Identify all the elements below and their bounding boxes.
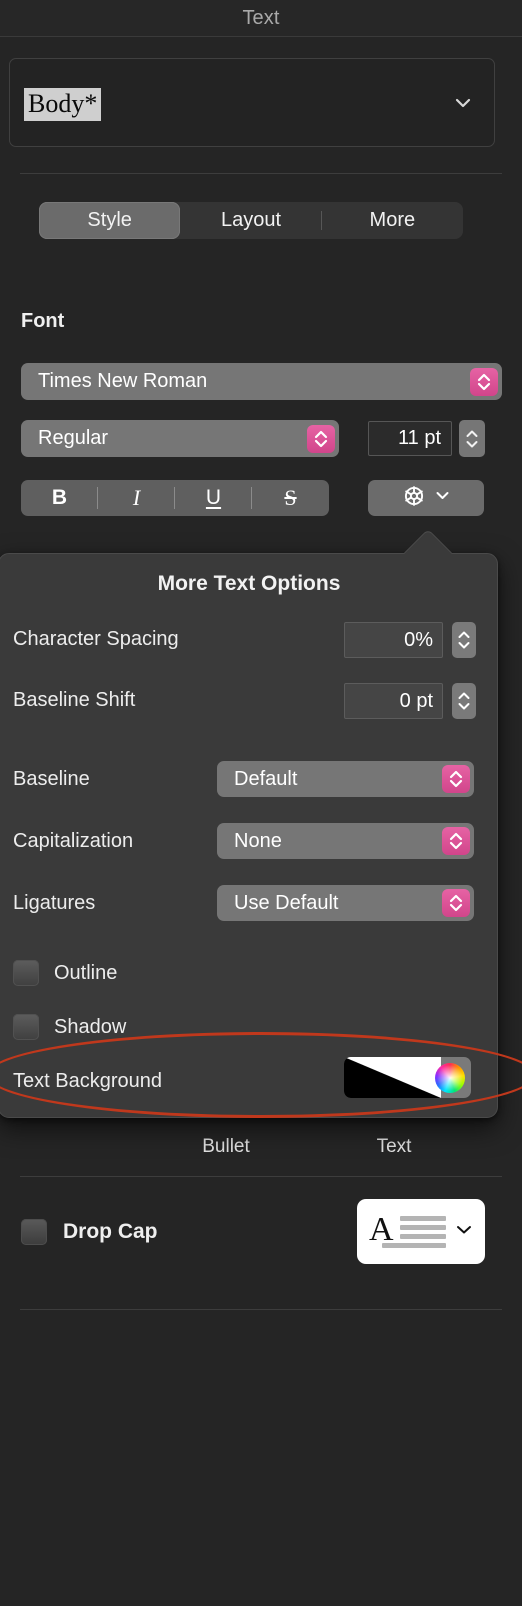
character-spacing-field[interactable]: 0% — [344, 622, 443, 658]
ligatures-label: Ligatures — [13, 892, 96, 914]
text-format-buttons: B I U S — [21, 480, 329, 516]
baseline-shift-stepper[interactable] — [452, 683, 476, 719]
capitalization-value: None — [234, 829, 282, 852]
font-style-popup[interactable]: Regular — [21, 420, 339, 457]
inspector-panel: Text Body* Style Layout More Font Times … — [0, 0, 522, 1606]
tab-style-label: Style — [87, 209, 132, 231]
gradient-swatch — [344, 1057, 441, 1098]
ligatures-popup[interactable]: Use Default — [217, 885, 474, 921]
font-section-heading: Font — [21, 310, 65, 332]
empty-area — [0, 1310, 522, 1606]
chevron-down-icon[interactable] — [452, 92, 474, 114]
paragraph-style-value: Body* — [24, 88, 102, 121]
bullet-column-label: Bullet — [202, 1136, 250, 1157]
font-size-value: 11 pt — [398, 427, 441, 449]
strikethrough-glyph: S — [284, 485, 297, 510]
preview-line — [399, 1224, 446, 1230]
character-spacing-value: 0% — [404, 628, 433, 651]
tab-more[interactable]: More — [322, 202, 463, 239]
inspector-tabs: Style Layout More — [39, 202, 463, 239]
gear-icon — [401, 483, 427, 514]
drop-cap-style-popup[interactable]: A — [357, 1199, 485, 1264]
font-size-stepper[interactable] — [459, 420, 485, 457]
capitalization-label: Capitalization — [13, 830, 134, 852]
baseline-shift-value: 0 pt — [399, 689, 433, 712]
drop-cap-preview-glyph: A — [369, 1210, 394, 1248]
baseline-label: Baseline — [13, 768, 90, 790]
bold-glyph: B — [51, 486, 68, 509]
italic-glyph: I — [132, 485, 141, 510]
popover-title: More Text Options — [157, 572, 341, 595]
header-divider — [0, 36, 522, 37]
baseline-shift-label: Baseline Shift — [13, 689, 136, 711]
ligatures-value: Use Default — [234, 891, 339, 914]
preview-line — [381, 1242, 446, 1248]
capitalization-popup[interactable]: None — [217, 823, 474, 859]
color-wheel-icon[interactable] — [435, 1062, 465, 1093]
preview-line — [399, 1233, 446, 1239]
font-style-value: Regular — [38, 427, 109, 449]
font-family-popup[interactable]: Times New Roman — [21, 363, 502, 400]
drop-cap-checkbox[interactable] — [21, 1219, 47, 1245]
bold-button[interactable]: B — [21, 480, 98, 516]
tab-style[interactable]: Style — [39, 202, 181, 239]
shadow-label: Shadow — [54, 1016, 127, 1038]
popover-tail — [404, 531, 452, 555]
ligatures-stepper-icon[interactable] — [442, 889, 470, 917]
character-spacing-stepper[interactable] — [452, 622, 476, 658]
shadow-checkbox[interactable] — [13, 1014, 39, 1040]
outline-checkbox[interactable] — [13, 960, 39, 986]
divider-drop-cap-top — [20, 1176, 502, 1177]
font-style-stepper-icon[interactable] — [307, 424, 335, 453]
tab-layout-label: Layout — [220, 209, 282, 231]
paragraph-style-combo[interactable]: Body* — [9, 58, 495, 147]
text-column-label: Text — [376, 1136, 412, 1157]
drop-cap-preview-lines — [381, 1215, 446, 1248]
underline-glyph: U — [205, 486, 222, 509]
capitalization-stepper-icon[interactable] — [442, 827, 470, 855]
font-size-field[interactable]: 11 pt — [368, 421, 452, 456]
strikethrough-button[interactable]: S — [252, 480, 329, 516]
drop-cap-label: Drop Cap — [63, 1220, 158, 1243]
baseline-popup[interactable]: Default — [217, 761, 474, 797]
more-text-options-button[interactable] — [368, 480, 484, 516]
baseline-shift-field[interactable]: 0 pt — [344, 683, 443, 719]
baseline-value: Default — [234, 767, 298, 790]
italic-button[interactable]: I — [98, 480, 175, 516]
baseline-stepper-icon[interactable] — [442, 765, 470, 793]
divider-top — [20, 173, 502, 174]
text-background-label: Text Background — [13, 1070, 162, 1092]
panel-header: Text — [0, 0, 522, 36]
underline-button[interactable]: U — [175, 480, 252, 516]
font-family-value: Times New Roman — [38, 370, 208, 392]
preview-line — [399, 1215, 446, 1221]
chevron-down-icon — [434, 487, 451, 509]
tab-more-label: More — [369, 209, 416, 231]
character-spacing-label: Character Spacing — [13, 628, 179, 650]
more-text-options-popover: More Text Options Character Spacing 0% B… — [0, 553, 498, 1118]
page-title: Text — [242, 6, 280, 29]
font-family-stepper-icon[interactable] — [470, 367, 498, 396]
chevron-down-icon[interactable] — [454, 1219, 474, 1244]
tab-layout[interactable]: Layout — [180, 202, 322, 239]
outline-label: Outline — [54, 962, 118, 984]
text-background-color-well[interactable] — [344, 1057, 471, 1098]
